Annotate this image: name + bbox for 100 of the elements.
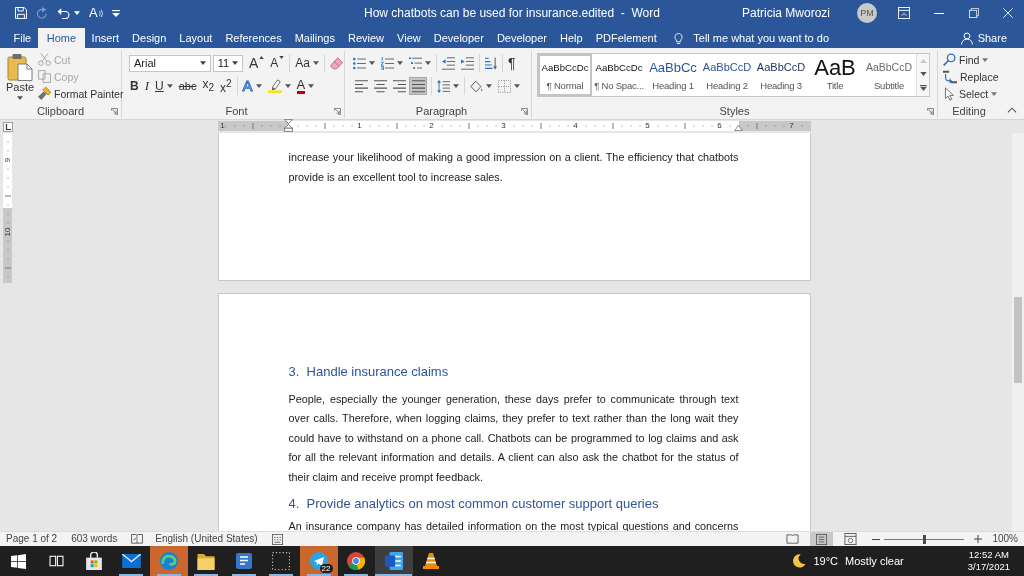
italic-button[interactable]: I — [143, 76, 150, 96]
zoom-percent[interactable]: 100% — [992, 533, 1018, 545]
macro-icon[interactable] — [271, 533, 283, 545]
dialog-launcher-icon[interactable] — [334, 107, 341, 115]
shrink-font-button[interactable]: A — [269, 53, 286, 73]
save-icon[interactable] — [15, 7, 27, 19]
style-option[interactable]: AaBbCc Heading 1 — [646, 54, 700, 96]
collapse-ribbon-icon[interactable] — [1007, 107, 1017, 113]
style-option[interactable]: AaB Title — [808, 54, 862, 96]
ribbon-tab[interactable]: Insert — [85, 28, 126, 48]
caret-icon[interactable] — [397, 61, 403, 65]
ribbon-tab[interactable]: Review — [341, 28, 391, 48]
ribbon-display-options-icon[interactable] — [897, 7, 910, 19]
center-button[interactable] — [371, 77, 389, 95]
subscript-button[interactable]: x$_{2}$ — [201, 76, 215, 96]
style-option[interactable]: AaBbCcDc ¶ Normal — [538, 54, 592, 96]
close-icon[interactable] — [1002, 8, 1013, 18]
caret-icon[interactable] — [74, 11, 80, 15]
indent-marker-icon[interactable] — [284, 119, 293, 132]
line-spacing-icon[interactable] — [437, 79, 450, 93]
style-option[interactable]: AaBbCcDc ¶ No Spac... — [592, 54, 646, 96]
caret-icon[interactable] — [369, 61, 375, 65]
font-color-button[interactable]: A — [295, 76, 316, 96]
format-painter-button[interactable]: Format Painter — [38, 85, 124, 102]
ribbon-tab[interactable]: Mailings — [288, 28, 342, 48]
find-button[interactable]: Find — [943, 51, 999, 68]
align-left-button[interactable] — [352, 77, 370, 95]
select-button[interactable]: Select — [943, 85, 999, 102]
weather-condition[interactable]: Mostly clear — [845, 555, 904, 567]
right-indent-marker-icon[interactable] — [734, 125, 743, 131]
highlighter-icon[interactable] — [267, 79, 282, 93]
caret-icon[interactable] — [425, 61, 431, 65]
taskbar-button[interactable]: 22 — [300, 546, 338, 576]
vertical-ruler[interactable]: 9 10 — [3, 133, 12, 283]
minimize-icon[interactable] — [933, 12, 944, 14]
style-option[interactable]: AaBbCcD Heading 3 — [754, 54, 808, 96]
restore-icon[interactable] — [968, 8, 979, 18]
replace-button[interactable]: Replace — [943, 68, 999, 85]
caret-icon[interactable] — [486, 84, 492, 88]
strikethrough-button[interactable]: abc — [177, 76, 198, 96]
underline-button[interactable]: U — [154, 76, 174, 96]
language-indicator[interactable]: English (United States) — [155, 533, 258, 545]
caret-icon[interactable] — [453, 84, 459, 88]
font-size-field[interactable]: 11 — [212, 54, 243, 72]
caret-icon[interactable] — [514, 84, 520, 88]
caret-icon[interactable] — [284, 84, 291, 88]
align-right-button[interactable] — [390, 77, 408, 95]
scroll-down-icon[interactable] — [919, 72, 927, 76]
undo-icon[interactable] — [57, 7, 70, 19]
bold-button[interactable]: B — [129, 76, 140, 96]
horizontal-ruler[interactable]: 1 1 2 3 4 5 6 7 — [217, 121, 811, 131]
taskbar-button[interactable] — [375, 546, 413, 576]
sort-icon[interactable] — [485, 56, 497, 70]
crescent-moon-icon[interactable] — [792, 554, 807, 568]
tell-me-search[interactable]: Tell me what you want to do — [673, 28, 830, 48]
ribbon-tab[interactable]: Home — [37, 28, 86, 48]
ribbon-tab[interactable]: Help — [553, 28, 590, 48]
more-styles-icon[interactable] — [919, 85, 927, 92]
vertical-scrollbar[interactable] — [1012, 133, 1024, 531]
ribbon-tab[interactable]: View — [390, 28, 428, 48]
ribbon-tab[interactable]: Design — [125, 28, 173, 48]
ribbon-tab[interactable]: References — [218, 28, 289, 48]
multilevel-list-icon[interactable] — [409, 56, 422, 70]
style-option[interactable]: AaBbCcD Subtitle — [862, 54, 916, 96]
ribbon-tab[interactable]: Developer — [490, 28, 554, 48]
change-case-button[interactable]: Aa — [294, 53, 320, 73]
ribbon-tab[interactable]: Layout — [172, 28, 219, 48]
share-button[interactable]: Share — [960, 28, 1007, 48]
proofing-icon[interactable] — [131, 533, 144, 545]
zoom-slider-thumb[interactable] — [922, 534, 926, 544]
zoom-in-icon[interactable] — [974, 535, 983, 543]
eraser-icon[interactable] — [330, 56, 343, 70]
ribbon-tab[interactable]: PDFelement — [589, 28, 664, 48]
tab-stop-icon[interactable] — [3, 122, 13, 132]
dialog-launcher-icon[interactable] — [927, 107, 934, 115]
view-button[interactable] — [810, 532, 834, 546]
style-option[interactable]: AaBbCcD Heading 2 — [700, 54, 754, 96]
paint-bucket-icon[interactable] — [470, 79, 483, 93]
bullet-list-icon[interactable] — [353, 56, 366, 70]
ribbon-tab[interactable]: Developer — [427, 28, 491, 48]
pilcrow-button[interactable]: ¶ — [507, 53, 517, 73]
superscript-button[interactable]: x$^{2}$ — [219, 76, 233, 96]
ribbon-tab[interactable]: File — [7, 28, 38, 48]
decrease-indent-icon[interactable] — [442, 56, 455, 70]
customize-menu-icon[interactable] — [111, 9, 120, 17]
increase-indent-icon[interactable] — [461, 56, 474, 70]
dialog-launcher-icon[interactable] — [521, 107, 528, 115]
dialog-launcher-icon[interactable] — [111, 107, 118, 115]
paste-button[interactable]: Paste — [4, 51, 36, 104]
clock-date[interactable]: 3/17/2021 — [967, 561, 1010, 573]
clock-time[interactable]: 12:52 AM — [968, 549, 1009, 561]
read-aloud-button[interactable]: A — [89, 6, 103, 20]
temperature[interactable]: 19°C — [813, 555, 839, 567]
justify-button[interactable] — [409, 77, 427, 95]
page-indicator[interactable]: Page 1 of 2 — [6, 533, 58, 545]
scrollbar-thumb[interactable] — [1014, 297, 1022, 383]
grow-font-button[interactable]: A — [247, 53, 266, 73]
user-avatar[interactable]: PM — [857, 3, 877, 23]
font-name-field[interactable]: Arial — [129, 54, 211, 72]
word-count[interactable]: 603 words — [71, 533, 118, 545]
